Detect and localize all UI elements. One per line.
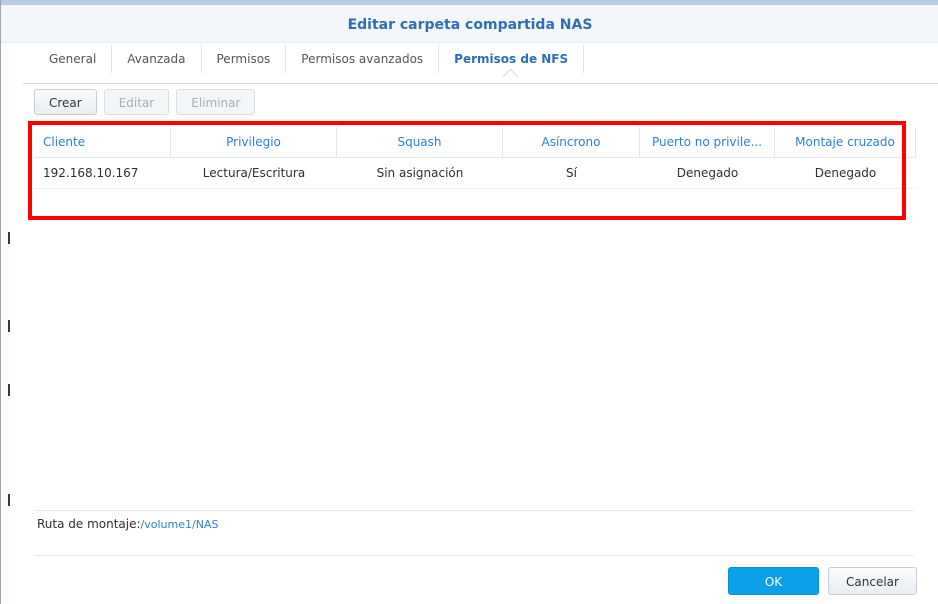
cell-cross-mount: Denegado	[814, 166, 877, 180]
table-row[interactable]: 192.168.10.167 Lectura/Escritura Sin asi…	[34, 158, 916, 189]
tab-general[interactable]: General	[34, 45, 113, 73]
background-edge	[1, 0, 10, 604]
dialog-title: Editar carpeta compartida NAS	[347, 17, 593, 33]
column-header-client[interactable]: Cliente	[34, 127, 171, 157]
edit-button[interactable]: Editar	[103, 89, 170, 115]
tab-divider	[23, 83, 938, 84]
cancel-button[interactable]: Cancelar	[828, 567, 917, 595]
column-header-async[interactable]: Asíncrono	[503, 127, 640, 157]
mount-path-label: Ruta de montaje:	[37, 517, 141, 531]
table-header: Cliente Privilegio Squash Asíncrono Puer…	[34, 127, 916, 158]
dialog-titlebar: Editar carpeta compartida NAS	[1, 0, 938, 43]
mount-path-value: /volume1/NAS	[140, 518, 219, 531]
column-header-nonprivileged-port[interactable]: Puerto no privile...	[640, 127, 775, 157]
column-header-cross-mount[interactable]: Montaje cruzado	[775, 127, 916, 157]
tab-advanced-permissions[interactable]: Permisos avanzados	[286, 45, 440, 73]
tab-nfs-permissions[interactable]: Permisos de NFS	[439, 45, 585, 73]
edit-shared-folder-dialog: Editar carpeta compartida NAS General Av…	[0, 0, 938, 604]
cell-nonprivileged-port: Denegado	[676, 166, 739, 180]
cell-async: Sí	[566, 166, 577, 180]
cell-privilege: Lectura/Escritura	[202, 166, 306, 180]
column-header-squash[interactable]: Squash	[337, 127, 503, 157]
buttons-divider	[34, 555, 914, 556]
tab-permissions[interactable]: Permisos	[202, 45, 287, 73]
nfs-rules-table: Cliente Privilegio Squash Asíncrono Puer…	[34, 127, 916, 189]
ok-button[interactable]: OK	[728, 567, 819, 595]
footer-divider	[34, 510, 914, 511]
delete-button[interactable]: Eliminar	[176, 89, 256, 115]
tab-bar: General Avanzada Permisos Permisos avanz…	[34, 45, 585, 73]
toolbar: Crear Editar Eliminar	[34, 89, 256, 115]
cell-squash: Sin asignación	[376, 166, 464, 180]
cell-client: 192.168.10.167	[43, 166, 139, 180]
column-header-privilege[interactable]: Privilegio	[171, 127, 337, 157]
create-button[interactable]: Crear	[34, 89, 97, 115]
mount-path: Ruta de montaje:/volume1/NAS	[37, 517, 218, 531]
titlebar-accent-line	[1, 0, 938, 5]
tab-advanced[interactable]: Avanzada	[112, 45, 202, 73]
